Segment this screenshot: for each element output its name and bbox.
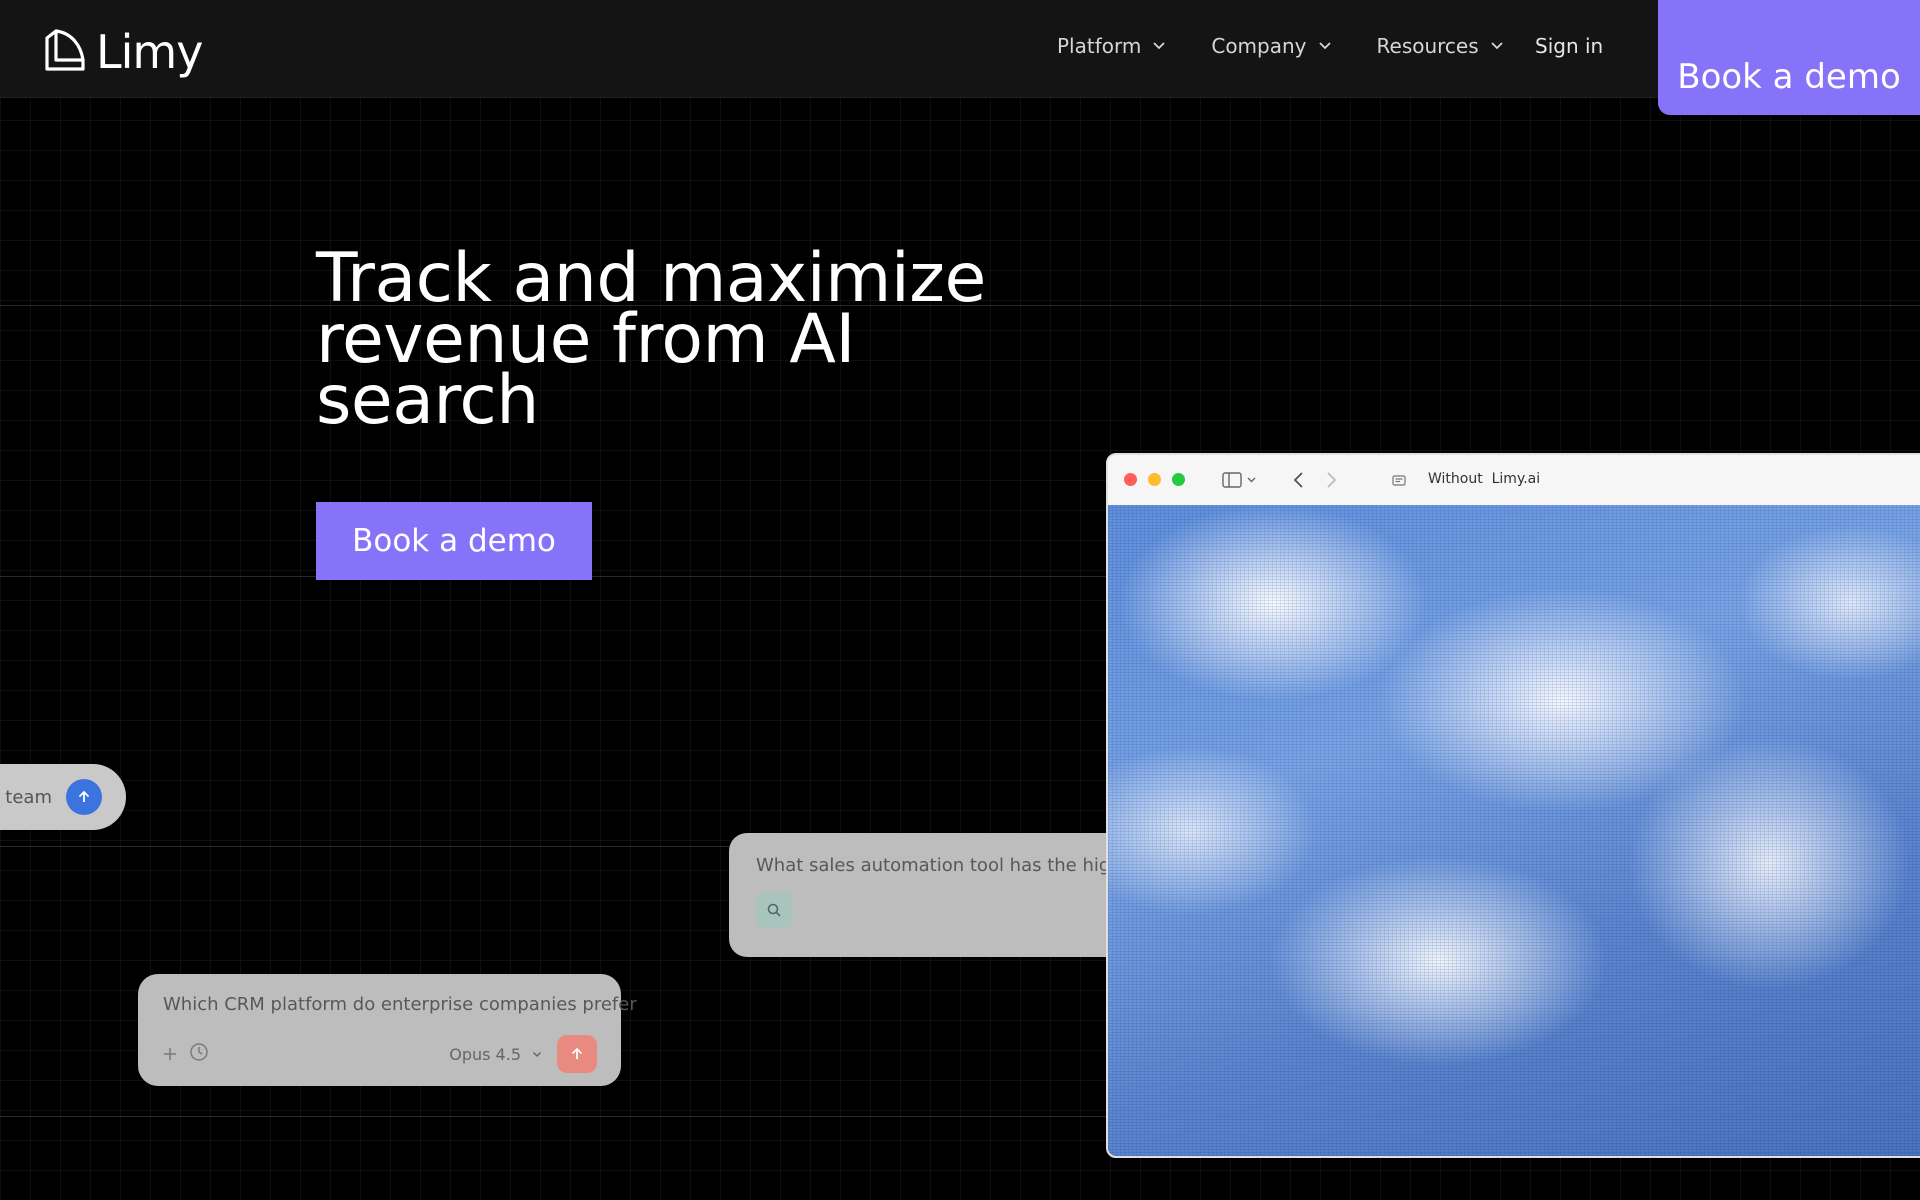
chat-query-text: What sales automation tool has the highe bbox=[756, 855, 1109, 876]
sidebar-toggle-icon[interactable] bbox=[1222, 471, 1262, 493]
maximize-window-icon[interactable] bbox=[1172, 473, 1185, 486]
close-window-icon[interactable] bbox=[1124, 473, 1137, 486]
nav-menu: Platform Company Resources bbox=[1057, 34, 1505, 58]
chevron-down-icon bbox=[531, 1045, 543, 1064]
minimize-window-icon[interactable] bbox=[1148, 473, 1161, 486]
address-bar-text[interactable]: Without Limy.ai bbox=[1428, 471, 1540, 487]
nav-item-label: Resources bbox=[1376, 34, 1479, 58]
browser-toolbar: Without Limy.ai bbox=[1108, 455, 1920, 506]
cloud-image bbox=[1108, 505, 1920, 1156]
plus-icon[interactable] bbox=[163, 1042, 177, 1066]
image-texture bbox=[1108, 505, 1920, 1156]
nav-item-resources[interactable]: Resources bbox=[1377, 34, 1505, 58]
page-icon bbox=[1392, 473, 1406, 492]
book-demo-hero-button[interactable]: Book a demo bbox=[316, 502, 592, 580]
chat-input-toolbar: Opus 4.5 bbox=[163, 1035, 597, 1073]
book-demo-nav-button[interactable]: Book a demo bbox=[1658, 0, 1920, 115]
sign-in-link[interactable]: Sign in bbox=[1535, 34, 1603, 58]
nav-item-platform[interactable]: Platform bbox=[1057, 34, 1167, 58]
logo[interactable]: Limy bbox=[44, 25, 203, 79]
send-arrow-icon[interactable] bbox=[557, 1035, 597, 1073]
clock-icon[interactable] bbox=[189, 1042, 209, 1067]
chat-prompt-text: s team bbox=[0, 786, 52, 808]
chevron-down-icon bbox=[1151, 34, 1167, 58]
nav-item-label: Company bbox=[1211, 34, 1307, 58]
chevron-down-icon bbox=[1317, 34, 1333, 58]
search-icon[interactable] bbox=[756, 892, 792, 928]
forward-arrow-icon[interactable] bbox=[1324, 471, 1338, 493]
chat-input-text[interactable]: Which CRM platform do enterprise compani… bbox=[163, 994, 637, 1015]
back-arrow-icon[interactable] bbox=[1292, 471, 1306, 493]
hero-title: Track and maximize revenue from AI searc… bbox=[316, 239, 986, 440]
chat-prompt-chip: s team bbox=[0, 764, 126, 830]
nav-item-company[interactable]: Company bbox=[1211, 34, 1332, 58]
top-navigation: Limy Platform Company Resources Sign in bbox=[0, 0, 1920, 98]
send-arrow-icon[interactable] bbox=[66, 779, 102, 815]
model-selector[interactable]: Opus 4.5 bbox=[449, 1045, 543, 1064]
nav-item-label: Platform bbox=[1057, 34, 1142, 58]
model-label: Opus 4.5 bbox=[449, 1044, 521, 1064]
chevron-down-icon bbox=[1489, 34, 1505, 58]
chat-input-card: Which CRM platform do enterprise compani… bbox=[138, 974, 637, 1086]
browser-window: Without Limy.ai bbox=[1106, 453, 1920, 1158]
chat-query-card: What sales automation tool has the highe bbox=[729, 833, 1109, 957]
logo-icon bbox=[44, 28, 86, 76]
logo-text: Limy bbox=[96, 25, 203, 79]
